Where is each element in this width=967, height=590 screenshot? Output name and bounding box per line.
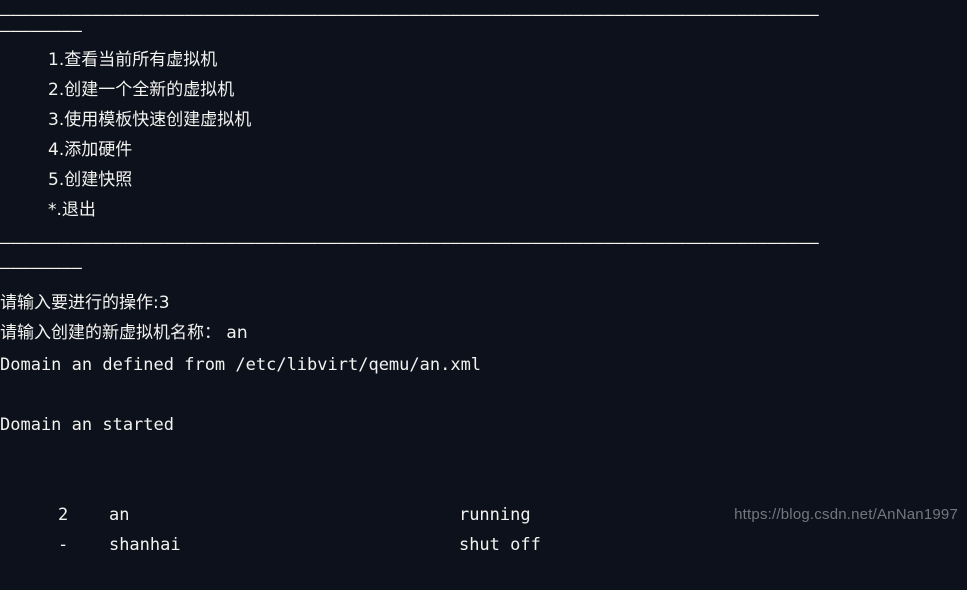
terminal-window[interactable]: ————————————————————————————————————————… — [0, 0, 967, 555]
separator-bottom-short: ———————— — [0, 258, 82, 278]
menu-item-create-snapshot[interactable]: 5.创建快照 — [0, 165, 967, 195]
watermark: https://blog.csdn.net/AnNan1997 — [734, 506, 958, 523]
vm-id: - — [57, 535, 69, 555]
output-domain-started: Domain an started — [0, 415, 174, 435]
prompt-operation: 请输入要进行的操作:3 — [0, 293, 170, 313]
separator-bottom: ————————————————————————————————————————… — [0, 233, 819, 253]
vm-state: shut off — [458, 535, 541, 555]
prompt-vm-name: 请输入创建的新虚拟机名称： an — [0, 323, 248, 343]
table-row: 2 an running — [0, 470, 967, 525]
menu-item-create-from-template[interactable]: 3.使用模板快速创建虚拟机 — [0, 105, 967, 135]
output-domain-defined: Domain an defined from /etc/libvirt/qemu… — [0, 355, 482, 375]
separator-top-short: ———————— — [0, 21, 82, 41]
separator-top: ————————————————————————————————————————… — [0, 5, 819, 25]
vm-name: shanhai — [108, 535, 181, 555]
menu-item-add-hardware[interactable]: 4.添加硬件 — [0, 135, 967, 165]
menu-item-exit[interactable]: *.退出 — [0, 195, 967, 225]
menu-item-create-vm[interactable]: 2.创建一个全新的虚拟机 — [0, 75, 967, 105]
menu-item-list-vms[interactable]: 1.查看当前所有虚拟机 — [0, 45, 967, 75]
